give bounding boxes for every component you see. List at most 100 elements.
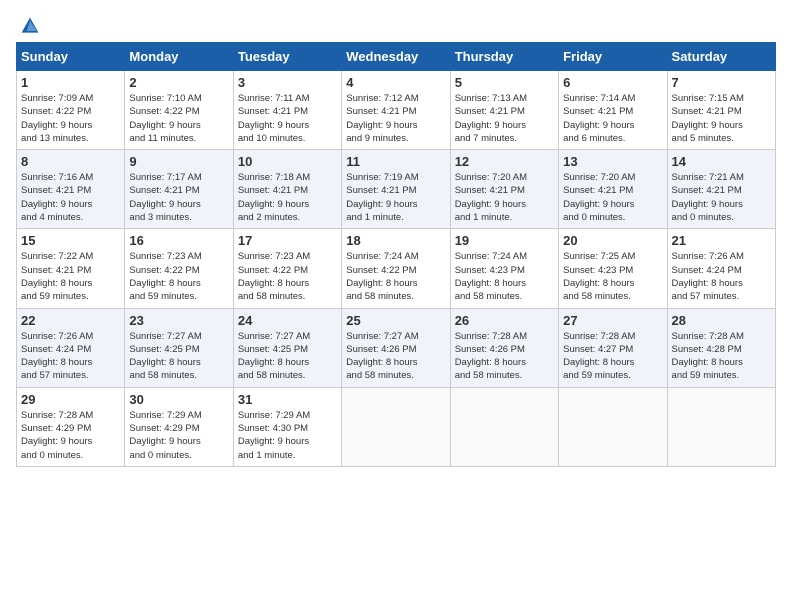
- day-number: 14: [672, 154, 771, 169]
- day-number: 7: [672, 75, 771, 90]
- day-info: Sunrise: 7:24 AM Sunset: 4:22 PM Dayligh…: [346, 250, 445, 303]
- day-of-week-header: Wednesday: [342, 43, 450, 71]
- day-info: Sunrise: 7:25 AM Sunset: 4:23 PM Dayligh…: [563, 250, 662, 303]
- day-of-week-header: Friday: [559, 43, 667, 71]
- day-number: 15: [21, 233, 120, 248]
- day-number: 25: [346, 313, 445, 328]
- calendar-week-row: 8 Sunrise: 7:16 AM Sunset: 4:21 PM Daylig…: [17, 150, 776, 229]
- day-info: Sunrise: 7:20 AM Sunset: 4:21 PM Dayligh…: [563, 171, 662, 224]
- calendar-week-row: 22 Sunrise: 7:26 AM Sunset: 4:24 PM Dayli…: [17, 308, 776, 387]
- day-number: 27: [563, 313, 662, 328]
- calendar-day-cell: 21 Sunrise: 7:26 AM Sunset: 4:24 PM Dayli…: [667, 229, 775, 308]
- day-number: 21: [672, 233, 771, 248]
- calendar-day-cell: 12 Sunrise: 7:20 AM Sunset: 4:21 PM Dayli…: [450, 150, 558, 229]
- calendar-day-cell: 27 Sunrise: 7:28 AM Sunset: 4:27 PM Dayli…: [559, 308, 667, 387]
- calendar-header-row: SundayMondayTuesdayWednesdayThursdayFrid…: [17, 43, 776, 71]
- day-number: 10: [238, 154, 337, 169]
- day-info: Sunrise: 7:28 AM Sunset: 4:26 PM Dayligh…: [455, 330, 554, 383]
- calendar-empty-cell: [342, 387, 450, 466]
- day-info: Sunrise: 7:18 AM Sunset: 4:21 PM Dayligh…: [238, 171, 337, 224]
- day-info: Sunrise: 7:26 AM Sunset: 4:24 PM Dayligh…: [21, 330, 120, 383]
- day-info: Sunrise: 7:29 AM Sunset: 4:30 PM Dayligh…: [238, 409, 337, 462]
- day-of-week-header: Thursday: [450, 43, 558, 71]
- calendar-week-row: 1 Sunrise: 7:09 AM Sunset: 4:22 PM Daylig…: [17, 71, 776, 150]
- day-number: 20: [563, 233, 662, 248]
- day-number: 8: [21, 154, 120, 169]
- day-info: Sunrise: 7:13 AM Sunset: 4:21 PM Dayligh…: [455, 92, 554, 145]
- day-number: 2: [129, 75, 228, 90]
- day-number: 30: [129, 392, 228, 407]
- calendar-empty-cell: [667, 387, 775, 466]
- page-header: [16, 16, 776, 32]
- calendar-day-cell: 1 Sunrise: 7:09 AM Sunset: 4:22 PM Daylig…: [17, 71, 125, 150]
- calendar-day-cell: 2 Sunrise: 7:10 AM Sunset: 4:22 PM Daylig…: [125, 71, 233, 150]
- calendar-day-cell: 11 Sunrise: 7:19 AM Sunset: 4:21 PM Dayli…: [342, 150, 450, 229]
- day-number: 6: [563, 75, 662, 90]
- day-number: 13: [563, 154, 662, 169]
- day-info: Sunrise: 7:10 AM Sunset: 4:22 PM Dayligh…: [129, 92, 228, 145]
- day-info: Sunrise: 7:26 AM Sunset: 4:24 PM Dayligh…: [672, 250, 771, 303]
- day-number: 16: [129, 233, 228, 248]
- day-info: Sunrise: 7:28 AM Sunset: 4:27 PM Dayligh…: [563, 330, 662, 383]
- day-info: Sunrise: 7:14 AM Sunset: 4:21 PM Dayligh…: [563, 92, 662, 145]
- day-info: Sunrise: 7:09 AM Sunset: 4:22 PM Dayligh…: [21, 92, 120, 145]
- calendar-day-cell: 10 Sunrise: 7:18 AM Sunset: 4:21 PM Dayli…: [233, 150, 341, 229]
- calendar-day-cell: 6 Sunrise: 7:14 AM Sunset: 4:21 PM Daylig…: [559, 71, 667, 150]
- day-info: Sunrise: 7:15 AM Sunset: 4:21 PM Dayligh…: [672, 92, 771, 145]
- day-info: Sunrise: 7:11 AM Sunset: 4:21 PM Dayligh…: [238, 92, 337, 145]
- calendar-day-cell: 17Sunrise: 7:23 AM Sunset: 4:22 PM Dayli…: [233, 229, 341, 308]
- day-number: 9: [129, 154, 228, 169]
- day-number: 24: [238, 313, 337, 328]
- day-number: 18: [346, 233, 445, 248]
- calendar-table: SundayMondayTuesdayWednesdayThursdayFrid…: [16, 42, 776, 467]
- calendar-day-cell: 13 Sunrise: 7:20 AM Sunset: 4:21 PM Dayli…: [559, 150, 667, 229]
- day-info: Sunrise: 7:17 AM Sunset: 4:21 PM Dayligh…: [129, 171, 228, 224]
- calendar-day-cell: 26Sunrise: 7:28 AM Sunset: 4:26 PM Dayli…: [450, 308, 558, 387]
- calendar-day-cell: 25 Sunrise: 7:27 AM Sunset: 4:26 PM Dayli…: [342, 308, 450, 387]
- day-number: 19: [455, 233, 554, 248]
- day-info: Sunrise: 7:27 AM Sunset: 4:25 PM Dayligh…: [238, 330, 337, 383]
- calendar-day-cell: 7 Sunrise: 7:15 AM Sunset: 4:21 PM Daylig…: [667, 71, 775, 150]
- calendar-day-cell: 9 Sunrise: 7:17 AM Sunset: 4:21 PM Daylig…: [125, 150, 233, 229]
- day-of-week-header: Tuesday: [233, 43, 341, 71]
- calendar-day-cell: 19 Sunrise: 7:24 AM Sunset: 4:23 PM Dayli…: [450, 229, 558, 308]
- day-of-week-header: Saturday: [667, 43, 775, 71]
- logo-icon: [20, 16, 40, 36]
- day-info: Sunrise: 7:19 AM Sunset: 4:21 PM Dayligh…: [346, 171, 445, 224]
- calendar-day-cell: 23Sunrise: 7:27 AM Sunset: 4:25 PM Dayli…: [125, 308, 233, 387]
- calendar-day-cell: 3 Sunrise: 7:11 AM Sunset: 4:21 PM Daylig…: [233, 71, 341, 150]
- day-of-week-header: Monday: [125, 43, 233, 71]
- day-info: Sunrise: 7:28 AM Sunset: 4:28 PM Dayligh…: [672, 330, 771, 383]
- day-number: 29: [21, 392, 120, 407]
- day-number: 31: [238, 392, 337, 407]
- day-info: Sunrise: 7:16 AM Sunset: 4:21 PM Dayligh…: [21, 171, 120, 224]
- calendar-day-cell: 20 Sunrise: 7:25 AM Sunset: 4:23 PM Dayli…: [559, 229, 667, 308]
- day-number: 1: [21, 75, 120, 90]
- calendar-day-cell: 22 Sunrise: 7:26 AM Sunset: 4:24 PM Dayli…: [17, 308, 125, 387]
- calendar-day-cell: 31 Sunrise: 7:29 AM Sunset: 4:30 PM Dayli…: [233, 387, 341, 466]
- calendar-day-cell: 28 Sunrise: 7:28 AM Sunset: 4:28 PM Dayli…: [667, 308, 775, 387]
- day-number: 5: [455, 75, 554, 90]
- calendar-day-cell: 5 Sunrise: 7:13 AM Sunset: 4:21 PM Daylig…: [450, 71, 558, 150]
- day-info: Sunrise: 7:20 AM Sunset: 4:21 PM Dayligh…: [455, 171, 554, 224]
- day-info: Sunrise: 7:23 AM Sunset: 4:22 PM Dayligh…: [238, 250, 337, 303]
- calendar-day-cell: 30Sunrise: 7:29 AM Sunset: 4:29 PM Dayli…: [125, 387, 233, 466]
- day-info: Sunrise: 7:12 AM Sunset: 4:21 PM Dayligh…: [346, 92, 445, 145]
- day-info: Sunrise: 7:27 AM Sunset: 4:26 PM Dayligh…: [346, 330, 445, 383]
- day-number: 11: [346, 154, 445, 169]
- calendar-day-cell: 24 Sunrise: 7:27 AM Sunset: 4:25 PM Dayli…: [233, 308, 341, 387]
- logo: [16, 16, 40, 32]
- calendar-empty-cell: [559, 387, 667, 466]
- calendar-empty-cell: [450, 387, 558, 466]
- day-info: Sunrise: 7:22 AM Sunset: 4:21 PM Dayligh…: [21, 250, 120, 303]
- day-number: 4: [346, 75, 445, 90]
- day-number: 28: [672, 313, 771, 328]
- day-number: 22: [21, 313, 120, 328]
- day-number: 12: [455, 154, 554, 169]
- calendar-week-row: 29 Sunrise: 7:28 AM Sunset: 4:29 PM Dayli…: [17, 387, 776, 466]
- day-number: 3: [238, 75, 337, 90]
- day-info: Sunrise: 7:28 AM Sunset: 4:29 PM Dayligh…: [21, 409, 120, 462]
- day-info: Sunrise: 7:24 AM Sunset: 4:23 PM Dayligh…: [455, 250, 554, 303]
- day-number: 23: [129, 313, 228, 328]
- calendar-day-cell: 18 Sunrise: 7:24 AM Sunset: 4:22 PM Dayli…: [342, 229, 450, 308]
